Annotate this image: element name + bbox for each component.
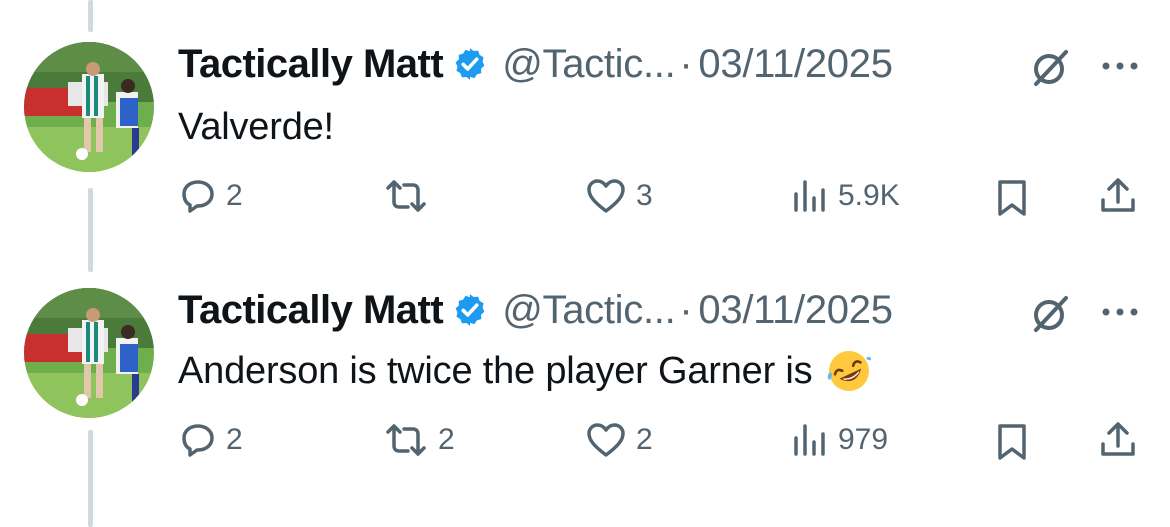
thread-line-bottom (88, 430, 93, 527)
verified-badge-icon (452, 292, 488, 328)
more-icon[interactable] (1098, 302, 1142, 322)
like-count: 2 (636, 423, 653, 456)
bookmark-icon[interactable] (994, 422, 1030, 467)
author-name[interactable]: Tactically Matt (178, 288, 444, 333)
tweet-header: Tactically Matt @Tactic... · 03/11/2025 (178, 288, 893, 332)
tweet-body: Anderson is twice the player Garner is (178, 349, 813, 392)
repost-button[interactable]: 2 (382, 420, 455, 460)
views-icon (790, 420, 830, 460)
views-count: 979 (838, 423, 889, 456)
like-button[interactable]: 2 (584, 420, 653, 460)
reply-count: 2 (226, 423, 243, 456)
tweet[interactable]: Tactically Matt @Tactic... · 03/11/2025 … (0, 0, 1170, 460)
repost-count: 2 (438, 423, 455, 456)
tweet-date[interactable]: 03/11/2025 (698, 288, 893, 333)
separator-dot: · (679, 287, 693, 332)
share-icon[interactable] (1098, 420, 1138, 465)
avatar[interactable] (24, 288, 154, 418)
tweet-text: Anderson is twice the player Garner is (178, 346, 872, 396)
reply-button[interactable]: 2 (178, 420, 243, 460)
author-handle[interactable]: @Tactic... (502, 288, 676, 333)
repost-icon (382, 420, 430, 460)
like-icon (584, 420, 628, 460)
rolling-on-floor-laughing-emoji-icon (826, 348, 872, 394)
views-button[interactable]: 979 (790, 420, 888, 460)
reply-icon (178, 420, 218, 460)
grok-icon[interactable] (1028, 292, 1072, 336)
